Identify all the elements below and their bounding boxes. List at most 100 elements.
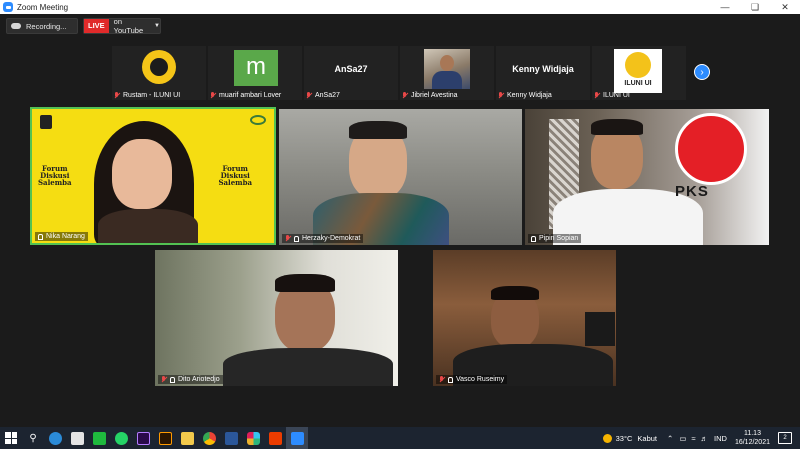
- minimize-icon[interactable]: —: [710, 0, 740, 14]
- mic-muted-icon: [498, 92, 504, 99]
- participant-strip: Rustam - ILUNI UI m muarif ambari Lover …: [112, 46, 686, 100]
- title-bar: Zoom Meeting — ❏ ✕: [0, 0, 800, 14]
- taskbar-zoom[interactable]: [286, 427, 308, 449]
- line-icon: [92, 431, 106, 445]
- participant-hair: [349, 121, 407, 139]
- participant-name: Nika Narang: [46, 233, 85, 240]
- mic-muted-icon: [114, 92, 120, 99]
- window-controls: — ❏ ✕: [710, 0, 800, 14]
- strip-tile[interactable]: ILUNI UI ILUNI UI: [592, 46, 686, 100]
- illustrator-icon: [158, 431, 172, 445]
- participant-hair: [275, 274, 335, 292]
- mic-muted-icon: [210, 92, 216, 99]
- battery-icon[interactable]: ▭: [679, 434, 686, 443]
- pin-icon: [294, 235, 299, 242]
- next-page-button[interactable]: ›: [694, 64, 710, 80]
- taskbar-slack[interactable]: [242, 427, 264, 449]
- mic-muted-icon: [161, 376, 167, 383]
- clock[interactable]: 11.13 16/12/2021: [735, 429, 770, 447]
- background-tv: [585, 312, 615, 346]
- partner-logo: [250, 115, 266, 125]
- pin-icon: [531, 235, 536, 242]
- pks-badge: PKS: [675, 183, 709, 200]
- clock-time: 11.13: [743, 430, 761, 437]
- pin-icon: [38, 233, 43, 240]
- participant-name: Kenny Widjaja: [507, 92, 552, 99]
- participant-name: Dito Ariotedjo: [178, 376, 220, 383]
- folder-icon: [180, 431, 194, 445]
- chevron-right-icon: ›: [700, 66, 704, 78]
- weather-condition[interactable]: Kabut: [637, 434, 657, 443]
- strip-tile[interactable]: Kenny Widjaja Kenny Widjaja: [496, 46, 590, 100]
- video-tile[interactable]: Vasco Ruseimy: [433, 250, 616, 386]
- taskbar-edge[interactable]: [44, 427, 66, 449]
- taskbar-store[interactable]: [66, 427, 88, 449]
- clock-date: 16/12/2021: [734, 439, 770, 446]
- video-tile-active-speaker[interactable]: Forum Diskusi Salemba Forum Diskusi Sale…: [30, 107, 276, 245]
- participant-display-name: Kenny Widjaja: [512, 64, 574, 74]
- taskbar-line[interactable]: [88, 427, 110, 449]
- tile-name-label: Nika Narang: [35, 232, 88, 241]
- mic-muted-icon: [285, 235, 291, 242]
- participant-hair: [491, 286, 539, 300]
- participant-name: Pipin Sopian: [539, 235, 579, 242]
- logo-text: ILUNI UI: [624, 80, 652, 87]
- participant-face: [112, 139, 172, 209]
- restore-icon[interactable]: ❏: [740, 0, 770, 14]
- recording-indicator[interactable]: Recording...: [6, 18, 78, 34]
- taskbar-premiere[interactable]: [132, 427, 154, 449]
- close-icon[interactable]: ✕: [770, 0, 800, 14]
- taskbar-whatsapp[interactable]: [110, 427, 132, 449]
- video-tile[interactable]: Herzaky-Demokrat: [279, 109, 522, 245]
- notification-count: 2: [783, 435, 787, 441]
- forum-banner-left: Forum Diskusi Salemba: [38, 165, 72, 186]
- mic-muted-icon: [402, 92, 408, 99]
- taskbar-explorer[interactable]: [176, 427, 198, 449]
- language-indicator[interactable]: IND: [714, 434, 727, 443]
- strip-tile[interactable]: Jibriel Avestina: [400, 46, 494, 100]
- tile-name-label: Dito Ariotedjo: [158, 375, 223, 384]
- strip-tile[interactable]: Rustam - ILUNI UI: [112, 46, 206, 100]
- wifi-icon[interactable]: ≈: [691, 434, 695, 443]
- strip-tile-name: Jibriel Avestina: [402, 92, 458, 99]
- strip-tile[interactable]: AnSa27 AnSa27: [304, 46, 398, 100]
- weather-temp[interactable]: 33°C: [616, 434, 633, 443]
- slack-icon: [246, 431, 260, 445]
- taskbar-chrome[interactable]: [198, 427, 220, 449]
- forum-logo: [40, 115, 52, 129]
- windows-taskbar: ⚲ 33°C Kabut ⌃ ▭ ≈ ♬ IND 11.13 16/12/202…: [0, 427, 800, 449]
- system-tray: 33°C Kabut ⌃ ▭ ≈ ♬ IND 11.13 16/12/2021 …: [602, 427, 800, 449]
- video-tile[interactable]: Dito Ariotedjo: [155, 250, 398, 386]
- tile-name-label: Pipin Sopian: [528, 234, 582, 243]
- search-button[interactable]: ⚲: [22, 427, 44, 449]
- store-icon: [70, 431, 84, 445]
- office-icon: [268, 431, 282, 445]
- participant-name: muarif ambari Lover: [219, 92, 282, 99]
- participant-name: ILUNI UI: [603, 92, 630, 99]
- meeting-area: Recording... LIVE on YouTube ▼ Rustam - …: [0, 14, 800, 427]
- chevron-up-icon[interactable]: ⌃: [667, 434, 673, 443]
- strip-tile-name: Kenny Widjaja: [498, 92, 552, 99]
- start-button[interactable]: [0, 427, 22, 449]
- weather-icon: [602, 433, 612, 443]
- taskbar-illustrator[interactable]: [154, 427, 176, 449]
- strip-tile-name: AnSa27: [306, 92, 340, 99]
- volume-icon[interactable]: ♬: [701, 434, 709, 443]
- participant-name: Jibriel Avestina: [411, 92, 458, 99]
- strip-tile-name: ILUNI UI: [594, 92, 630, 99]
- taskbar-office[interactable]: [264, 427, 286, 449]
- banner-line: Salemba: [38, 178, 72, 187]
- pin-icon: [448, 376, 453, 383]
- video-tile[interactable]: PKS Pipin Sopian: [525, 109, 769, 245]
- chrome-icon: [202, 431, 216, 445]
- notifications-button[interactable]: 2: [778, 432, 792, 444]
- whatsapp-icon: [114, 431, 128, 445]
- taskbar-word[interactable]: [220, 427, 242, 449]
- live-stream-menu[interactable]: LIVE on YouTube ▼: [83, 17, 161, 35]
- participant-hair: [591, 119, 643, 135]
- strip-tile[interactable]: m muarif ambari Lover: [208, 46, 302, 100]
- forum-banner-right: Forum Diskusi Salemba: [218, 165, 252, 186]
- zoom-app-icon: [3, 2, 13, 12]
- participant-body: [223, 348, 393, 386]
- tile-name-label: Vasco Ruseimy: [436, 375, 508, 384]
